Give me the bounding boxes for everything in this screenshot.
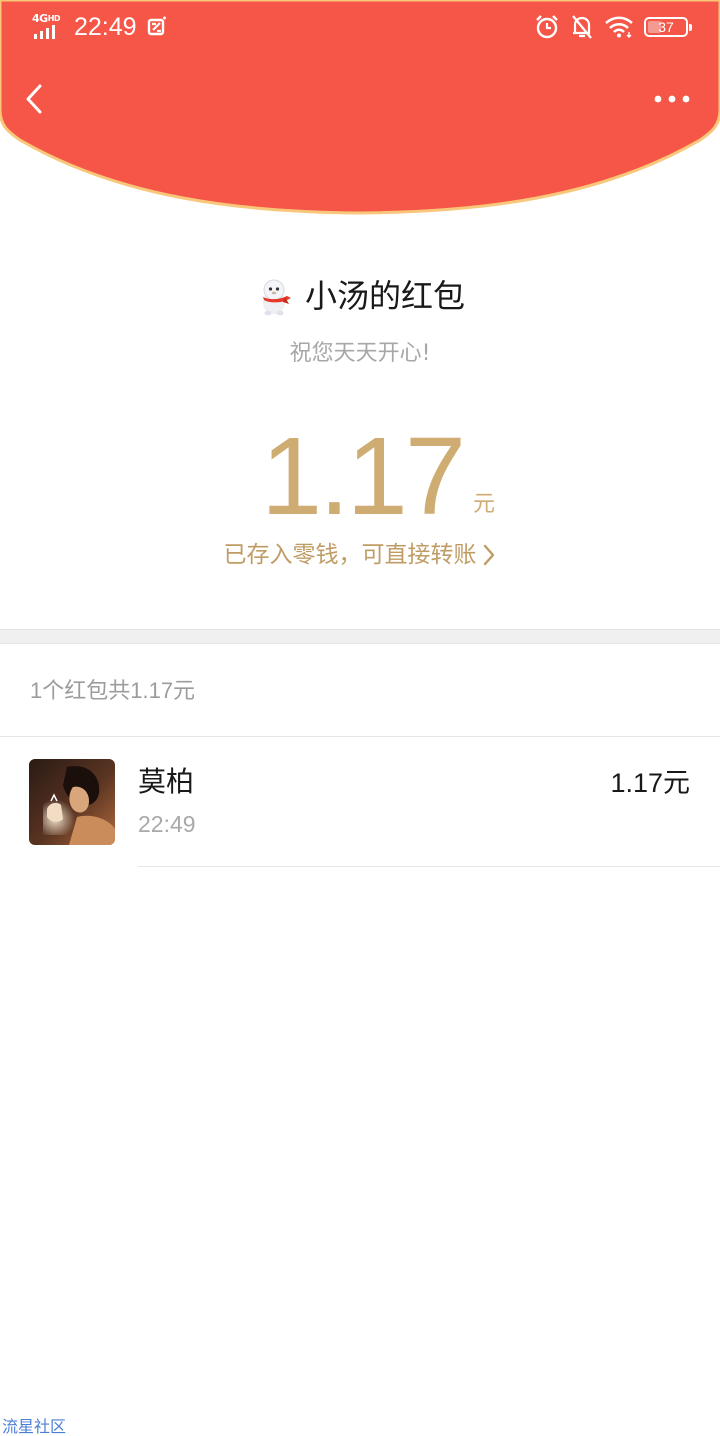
bell-mute-icon xyxy=(572,15,592,39)
wifi-icon xyxy=(605,16,633,38)
amount-value: 1.17 xyxy=(260,415,466,538)
amount-unit: 元 xyxy=(473,492,496,517)
more-dots-icon xyxy=(654,95,690,103)
cellular-signal-icon: 4GHD xyxy=(32,13,64,41)
receiver-row[interactable]: 莫柏 22:49 1.17元 xyxy=(0,737,720,867)
status-time: 22:49 xyxy=(74,13,137,41)
receiver-time: 22:49 xyxy=(138,811,196,837)
alarm-icon xyxy=(536,15,558,39)
blessing-text: 祝您天天开心! xyxy=(289,341,431,366)
receiver-name: 莫柏 xyxy=(138,765,195,798)
avatar xyxy=(29,759,115,845)
status-right: 37 xyxy=(534,14,692,40)
status-bar: 4GHD 22:49 37 xyxy=(0,0,720,58)
sender-header: 小汤的红包 xyxy=(0,270,720,322)
watermark: 流星社区 xyxy=(2,1417,67,1436)
red-packet-header: 4GHD 22:49 37 xyxy=(0,0,720,220)
sender-avatar-icon xyxy=(262,279,291,316)
network-badge: HD xyxy=(47,14,61,23)
saved-link-label: 已存入零钱，可直接转账 xyxy=(223,542,477,568)
battery-icon: 37 xyxy=(644,17,692,37)
battery-level: 37 xyxy=(658,19,674,35)
network-type: 4G xyxy=(32,12,48,25)
chevron-right-icon xyxy=(483,544,494,566)
saved-to-balance-link[interactable]: 已存入零钱，可直接转账 xyxy=(0,536,720,574)
more-button[interactable] xyxy=(652,86,692,114)
back-button[interactable] xyxy=(18,80,54,120)
sender-title: 小汤的红包 xyxy=(304,277,465,315)
receiver-amount: 1.17元 xyxy=(610,768,690,798)
packet-summary: 1个红包共1.17元 xyxy=(30,678,196,703)
status-left: 4GHD 22:49 xyxy=(32,12,167,42)
screenshot-app-icon xyxy=(147,16,166,36)
amount-display: 1.17 元 xyxy=(0,412,720,532)
row-divider xyxy=(138,866,720,867)
section-divider xyxy=(0,629,720,644)
receiver-avatar-image xyxy=(29,759,115,845)
chevron-left-icon xyxy=(26,84,42,114)
